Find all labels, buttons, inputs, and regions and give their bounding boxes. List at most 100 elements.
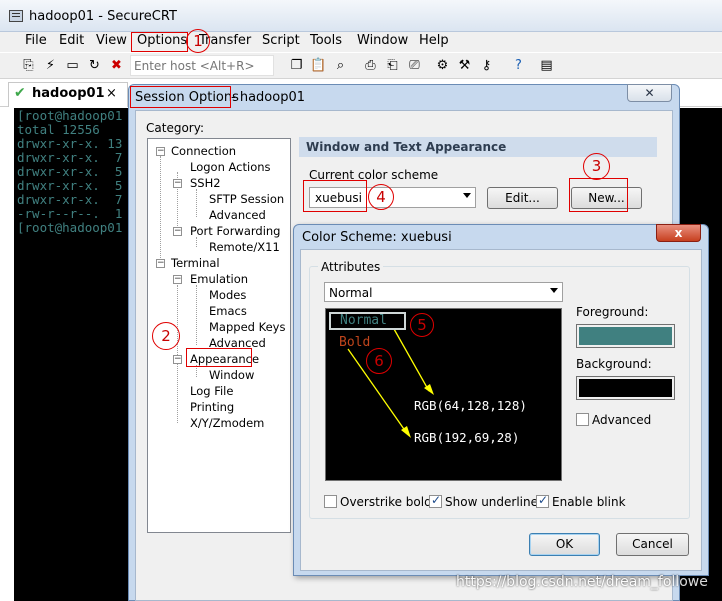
cancel-button[interactable]: Cancel bbox=[616, 533, 689, 556]
annotation-circle-3: 3 bbox=[583, 153, 610, 180]
advanced-checkbox[interactable] bbox=[576, 413, 589, 426]
attribute-select[interactable]: Normal bbox=[324, 282, 563, 302]
keymap-icon[interactable]: ⚷ bbox=[478, 57, 495, 74]
show-underline-label: Show underline bbox=[445, 495, 538, 509]
tree-item-terminal[interactable]: Terminal bbox=[171, 256, 220, 270]
terminal-line: drwxr-xr-x. 7 bbox=[17, 150, 123, 165]
rgb-normal-label: RGB(64,128,128) bbox=[414, 398, 527, 413]
chevron-down-icon bbox=[463, 193, 471, 198]
enable-blink-checkbox[interactable] bbox=[536, 493, 549, 508]
menu-edit[interactable]: Edit bbox=[57, 32, 86, 52]
session-options-icon[interactable]: ⚙ bbox=[434, 57, 451, 74]
global-options-icon[interactable]: ⚒ bbox=[456, 57, 473, 74]
expand-toggle-icon[interactable]: − bbox=[156, 147, 165, 156]
menu-window[interactable]: Window bbox=[355, 32, 410, 52]
securecrt-app-icon bbox=[9, 10, 23, 22]
watermark-text: https://blog.csdn.net/dream_followe bbox=[456, 574, 708, 590]
expand-toggle-icon[interactable]: − bbox=[173, 227, 182, 236]
quick-connect-icon[interactable]: ⚡ bbox=[42, 57, 59, 74]
color-scheme-title: Color Scheme: xuebusi bbox=[302, 230, 452, 245]
session-options-subtitle: - hadoop01 bbox=[231, 90, 305, 105]
menu-file[interactable]: File bbox=[23, 32, 49, 52]
tree-item-emulation[interactable]: Emulation bbox=[190, 272, 248, 286]
annotation-circle-1: 1 bbox=[186, 29, 210, 53]
tree-item-connection[interactable]: Connection bbox=[171, 144, 236, 158]
tree-item-port-forwarding[interactable]: Port Forwarding bbox=[190, 224, 280, 238]
annotation-circle-5: 5 bbox=[410, 313, 434, 337]
session-options-close-button[interactable]: ✕ bbox=[627, 84, 672, 102]
host-input[interactable] bbox=[130, 55, 274, 76]
ok-button[interactable]: OK bbox=[529, 533, 600, 556]
foreground-label: Foreground: bbox=[576, 305, 649, 319]
tree-item-window[interactable]: Window bbox=[209, 368, 254, 382]
find-icon[interactable]: ⌕ bbox=[332, 57, 349, 74]
tree-item-remote-x11[interactable]: Remote/X11 bbox=[209, 240, 280, 254]
annotation-box-new bbox=[569, 178, 628, 212]
menu-help[interactable]: Help bbox=[417, 32, 451, 52]
attributes-label: Attributes bbox=[318, 260, 384, 274]
copy-icon[interactable]: ❐ bbox=[288, 57, 305, 74]
paste-icon[interactable]: 📋 bbox=[310, 57, 327, 74]
annotation-box-title bbox=[130, 86, 231, 108]
connected-check-icon: ✔ bbox=[14, 85, 26, 101]
terminal-line: drwxr-xr-x. 13 bbox=[17, 136, 123, 151]
terminal-line: drwxr-xr-x. 7 bbox=[17, 192, 123, 207]
tree-item-logon-actions[interactable]: Logon Actions bbox=[190, 160, 271, 174]
annotation-circle-4: 4 bbox=[368, 184, 394, 210]
menu-tools[interactable]: Tools bbox=[308, 32, 344, 52]
rgb-bold-label: RGB(192,69,28) bbox=[414, 430, 520, 445]
expand-toggle-icon[interactable]: − bbox=[156, 259, 165, 268]
terminal-area[interactable]: [root@hadoop01 total 12556 drwxr-xr-x. 1… bbox=[14, 108, 130, 601]
expand-toggle-icon[interactable]: − bbox=[173, 275, 182, 284]
print-icon[interactable]: ⎙ bbox=[362, 57, 379, 74]
chevron-down-icon bbox=[550, 288, 558, 293]
tree-item-ssh2[interactable]: SSH2 bbox=[190, 176, 221, 190]
terminal-line: [root@hadoop01 bbox=[17, 220, 123, 235]
tree-item-emacs[interactable]: Emacs bbox=[209, 304, 247, 318]
menu-view[interactable]: View bbox=[94, 32, 129, 52]
category-label: Category: bbox=[146, 121, 204, 135]
advanced-label: Advanced bbox=[592, 413, 652, 427]
disconnect-icon[interactable]: ✖ bbox=[108, 57, 125, 74]
tree-item-sftp-session[interactable]: SFTP Session bbox=[209, 192, 284, 206]
annotation-circle-2: 2 bbox=[152, 322, 180, 350]
terminal-line: drwxr-xr-x. 5 bbox=[17, 164, 123, 179]
preview-normal-text: Normal bbox=[329, 312, 406, 330]
print-selection-icon[interactable]: ⎗ bbox=[384, 57, 401, 74]
preview-bold-text: Bold bbox=[339, 335, 371, 350]
tree-item-modes[interactable]: Modes bbox=[209, 288, 246, 302]
window-title: hadoop01 - SecureCRT bbox=[29, 9, 177, 24]
expand-toggle-icon[interactable]: − bbox=[173, 355, 182, 364]
overstrike-bold-checkbox[interactable] bbox=[324, 495, 337, 508]
foreground-color-swatch[interactable] bbox=[576, 324, 675, 348]
color-preview: Normal Bold RGB(64,128,128) RGB(192,69,2… bbox=[325, 308, 562, 481]
tree-item-mapped-keys[interactable]: Mapped Keys bbox=[209, 320, 285, 334]
annotation-box-options bbox=[131, 32, 188, 52]
tree-item-log-file[interactable]: Log File bbox=[190, 384, 233, 398]
annotation-circle-6: 6 bbox=[366, 348, 392, 374]
color-scheme-close-button[interactable]: x bbox=[656, 224, 701, 242]
menu-script[interactable]: Script bbox=[260, 32, 302, 52]
terminal-line: -rw-r--r--. 1 bbox=[17, 206, 123, 221]
tree-item-printing[interactable]: Printing bbox=[190, 400, 234, 414]
print-screen-icon[interactable]: ⎚ bbox=[406, 57, 423, 74]
annotation-box-appearance bbox=[186, 348, 252, 367]
show-underline-checkbox[interactable] bbox=[429, 493, 442, 508]
tab-label: hadoop01 bbox=[32, 86, 105, 101]
reconnect-icon[interactable]: ↻ bbox=[86, 57, 103, 74]
sftp-icon[interactable]: ▤ bbox=[538, 57, 555, 74]
tab-close-icon[interactable]: × bbox=[106, 86, 117, 101]
overstrike-bold-label: Overstrike bold bbox=[340, 495, 432, 509]
help-icon[interactable]: ? bbox=[510, 57, 527, 74]
expand-toggle-icon[interactable]: − bbox=[173, 179, 182, 188]
background-label: Background: bbox=[576, 357, 652, 371]
connect-icon[interactable]: ⎘ bbox=[20, 57, 37, 74]
edit-button[interactable]: Edit... bbox=[487, 187, 558, 209]
background-color-swatch[interactable] bbox=[576, 376, 675, 400]
annotation-box-scheme bbox=[303, 180, 367, 212]
tree-item-advanced[interactable]: Advanced bbox=[209, 208, 266, 222]
terminal-line: total 12556 bbox=[17, 122, 100, 137]
enable-blink-label: Enable blink bbox=[552, 495, 626, 509]
tree-item-xyzmodem[interactable]: X/Y/Zmodem bbox=[190, 416, 264, 430]
connect-tab-icon[interactable]: ▭ bbox=[64, 57, 81, 74]
